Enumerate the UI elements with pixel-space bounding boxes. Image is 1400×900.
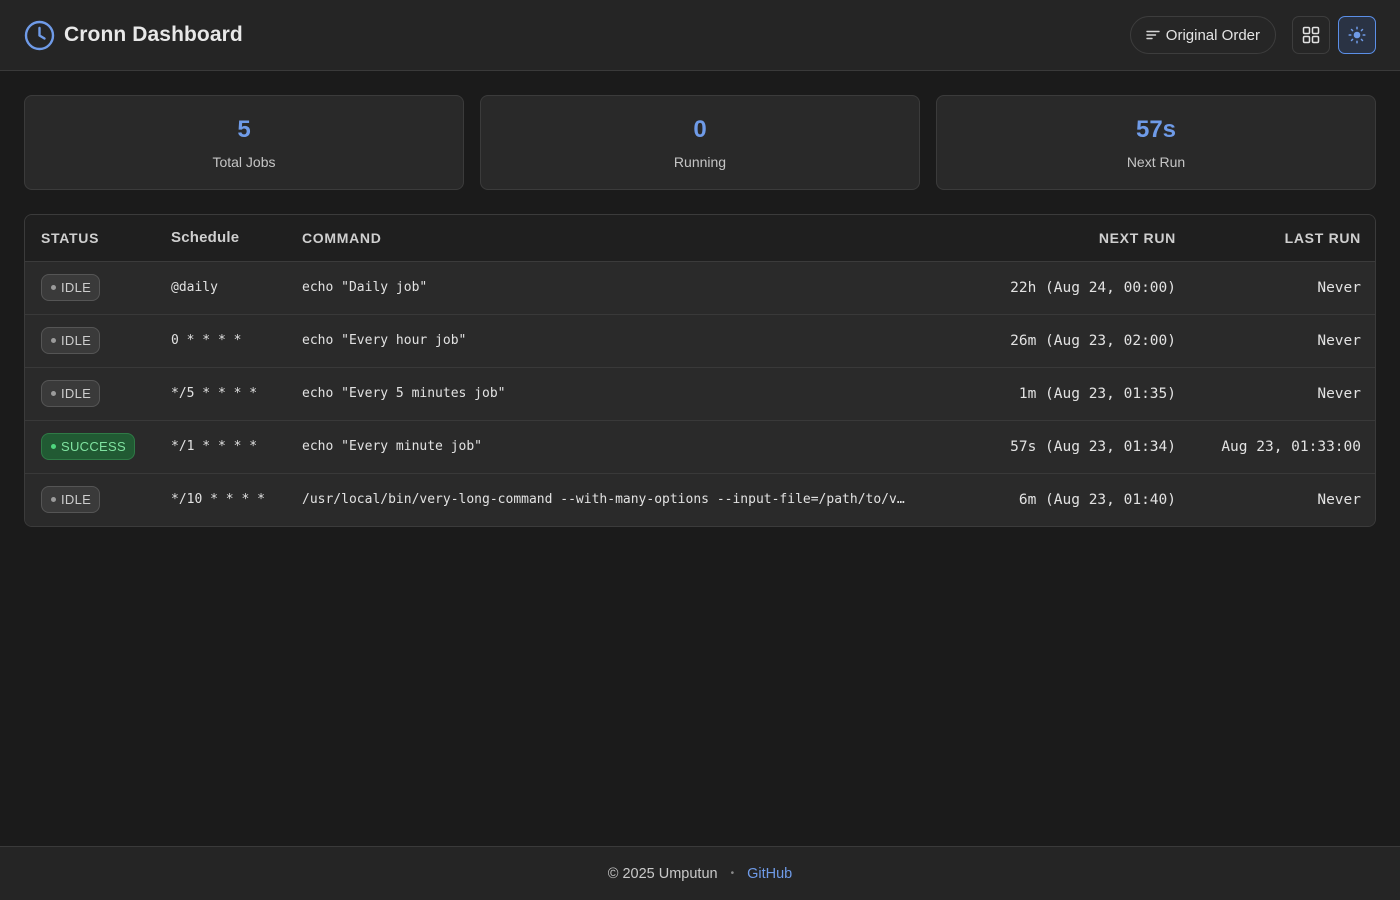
grid-icon xyxy=(1302,26,1320,44)
page-title: Cronn Dashboard xyxy=(64,23,243,46)
copyright-text: © 2025 Umputun xyxy=(607,865,718,882)
jobs-table: STATUS Schedule COMMAND NEXT RUN LAST RU… xyxy=(24,214,1376,527)
status-badge: IDLE xyxy=(41,380,101,407)
status-text: IDLE xyxy=(61,492,92,508)
command-cell: echo "Every 5 minutes job" xyxy=(286,366,922,420)
github-link[interactable]: GitHub xyxy=(747,866,792,882)
stat-card-total-jobs: 5 Total Jobs xyxy=(24,95,464,190)
next-run-cell: 6m (Aug 23, 01:40) xyxy=(922,472,1192,526)
last-run-cell: Aug 23, 01:33:00 xyxy=(1192,419,1375,473)
status-badge: SUCCESS xyxy=(41,433,135,460)
schedule-cell: */1 * * * * xyxy=(155,419,286,473)
table-row[interactable]: IDLE @daily echo "Daily job" 22h (Aug 24… xyxy=(25,261,1375,314)
table-row[interactable]: IDLE 0 * * * * echo "Every hour job" 26m… xyxy=(25,313,1375,367)
status-dot-icon xyxy=(51,285,56,290)
stat-value: 0 xyxy=(693,115,707,143)
stat-value: 5 xyxy=(237,115,251,143)
stat-label: Next Run xyxy=(1126,153,1186,170)
status-dot-icon xyxy=(51,497,56,503)
next-run-cell: 26m (Aug 23, 02:00) xyxy=(922,313,1192,367)
footer-separator: • xyxy=(730,868,735,879)
status-badge: IDLE xyxy=(41,486,101,514)
clock-icon xyxy=(24,20,55,51)
table-row[interactable]: IDLE */5 * * * * echo "Every 5 minutes j… xyxy=(25,366,1375,420)
status-text: IDLE xyxy=(61,280,92,295)
column-header-last-run[interactable]: LAST RUN xyxy=(1192,215,1375,262)
stat-value: 57s xyxy=(1135,115,1177,143)
command-cell: echo "Every hour job" xyxy=(286,313,922,367)
stats-row: 5 Total Jobs 0 Running 57s Next Run xyxy=(24,95,1376,190)
status-dot-icon xyxy=(51,444,56,449)
column-header-schedule[interactable]: Schedule xyxy=(155,215,286,262)
table-body: IDLE @daily echo "Daily job" 22h (Aug 24… xyxy=(25,261,1375,526)
sort-order-label: Original Order xyxy=(1165,26,1260,44)
column-header-next-run[interactable]: NEXT RUN xyxy=(922,215,1192,262)
last-run-cell: Never xyxy=(1192,313,1375,367)
app-header: Cronn Dashboard Original Order xyxy=(0,0,1400,71)
sort-order-button[interactable]: Original Order xyxy=(1129,16,1276,54)
next-run-cell: 22h (Aug 24, 00:00) xyxy=(1010,279,1176,296)
column-header-command[interactable]: COMMAND xyxy=(286,215,922,262)
status-text: IDLE xyxy=(61,386,92,401)
stat-label: Total Jobs xyxy=(212,153,276,170)
status-badge: IDLE xyxy=(41,327,101,354)
schedule-cell: */5 * * * * xyxy=(155,366,286,420)
layout-toggle-button[interactable] xyxy=(1292,16,1330,54)
schedule-cell: @daily xyxy=(171,280,218,295)
header-actions: Original Order xyxy=(1129,16,1376,54)
stat-label: Running xyxy=(673,153,727,170)
stat-card-running: 0 Running xyxy=(480,95,920,190)
brand: Cronn Dashboard xyxy=(24,20,243,51)
status-dot-icon xyxy=(51,338,56,343)
sun-icon xyxy=(1348,26,1366,44)
table-header: STATUS Schedule COMMAND NEXT RUN LAST RU… xyxy=(25,215,1375,262)
command-cell: /usr/local/bin/very-long-command --with-… xyxy=(286,472,922,526)
status-text: IDLE xyxy=(61,333,92,348)
column-header-status[interactable]: STATUS xyxy=(25,215,155,262)
jobs-table-grid: STATUS Schedule COMMAND NEXT RUN LAST RU… xyxy=(25,215,1375,526)
schedule-cell: 0 * * * * xyxy=(155,313,286,367)
command-cell: echo "Daily job" xyxy=(302,280,428,295)
status-badge: IDLE xyxy=(41,274,101,301)
last-run-cell: Never xyxy=(1317,279,1361,296)
stat-card-next-run: 57s Next Run xyxy=(936,95,1376,190)
command-cell: echo "Every minute job" xyxy=(286,419,922,473)
schedule-cell: */10 * * * * xyxy=(155,472,286,526)
theme-toggle-button[interactable] xyxy=(1338,16,1376,54)
last-run-cell: Never xyxy=(1192,472,1375,526)
table-row[interactable]: IDLE */10 * * * * /usr/local/bin/very-lo… xyxy=(25,472,1375,526)
status-dot-icon xyxy=(51,391,56,396)
last-run-cell: Never xyxy=(1192,366,1375,420)
next-run-cell: 57s (Aug 23, 01:34) xyxy=(922,419,1192,473)
app-root: Cronn Dashboard Original Order 5 Total J… xyxy=(0,0,1400,900)
sort-icon xyxy=(1146,28,1160,42)
app-footer: © 2025 Umputun • GitHub xyxy=(0,846,1400,900)
table-row[interactable]: SUCCESS */1 * * * * echo "Every minute j… xyxy=(25,419,1375,473)
status-text: SUCCESS xyxy=(61,439,126,454)
next-run-cell: 1m (Aug 23, 01:35) xyxy=(922,366,1192,420)
